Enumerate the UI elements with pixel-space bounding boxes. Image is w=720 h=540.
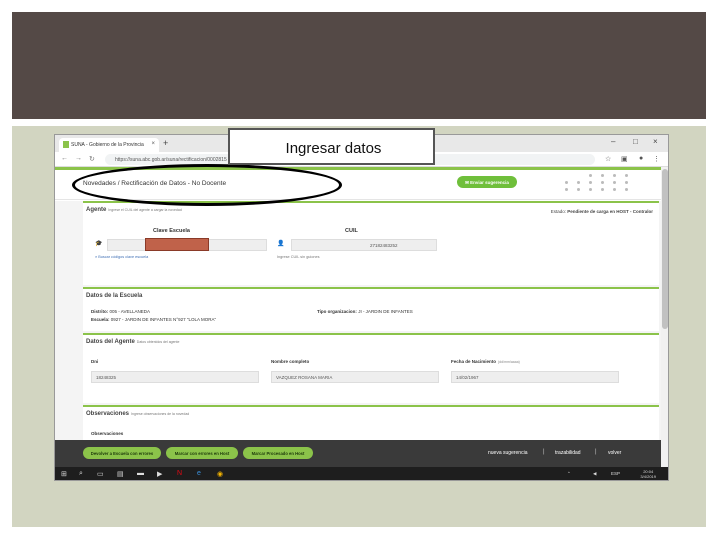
escuela-field: Escuela: 0927 - JARDIN DE INFANTES N°927… [91,317,217,322]
slide-title-band [12,12,706,119]
netflix-icon[interactable]: N [177,470,182,477]
decorative-dot [565,181,568,184]
favicon-icon [63,141,69,148]
send-suggestion-button[interactable]: ✉ Enviar sugerencia [457,176,517,188]
cuil-header: CUIL [345,228,358,234]
decorative-dots [565,174,655,194]
profile-icon[interactable]: ● [639,155,643,162]
decorative-dot [601,181,604,184]
decorative-dot [625,188,628,191]
decorative-dot [577,181,580,184]
scrollbar-thumb[interactable] [662,169,668,329]
devolver-button[interactable]: Devolver a Escuela con errores [83,447,161,459]
datos-agente-card: Datos del Agente Datos obtenidos del agen… [83,333,659,403]
task-view-icon[interactable]: ▭ [97,470,104,478]
agente-subtitle: Ingrese el CUIL del agente a cargar la n… [108,208,182,212]
highlight-oval [72,164,342,206]
tab-close-icon[interactable]: × [151,141,155,147]
forward-icon[interactable]: → [75,155,82,162]
decorative-dot [589,188,592,191]
escuela-title: Datos de la Escuela [86,293,143,299]
nueva-sugerencia-link[interactable]: nueva sugerencia [488,450,527,456]
minimize-button[interactable]: – [611,137,615,146]
observaciones-title: Observaciones Ingrese observaciones de la… [86,411,190,417]
status-text: Estado: Pendiente de carga en HOST - Con… [550,209,653,214]
windows-taskbar: ⊞ ⌕ ▭ ▤ ▬ ▶ N e ◉ ⌃ ◀ ESP 20:04 3/4/2019 [55,467,668,480]
nombre-label: Nombre completo [271,359,310,364]
clave-escuela-header: Clave Escuela [153,228,190,234]
cuil-hint: Ingrese CUIL sin guiones [277,255,320,259]
callout-box: Ingresar datos [228,128,435,165]
redaction-box [145,238,209,251]
datos-agente-subtitle: Datos obtenidos del agente [136,340,180,344]
search-icon[interactable]: ⌕ [79,470,83,478]
observaciones-subtitle: Ingrese observaciones de la novedad [131,412,190,416]
reload-icon[interactable]: ↻ [89,155,95,163]
callout-text: Ingresar datos [285,140,382,157]
fecha-format-hint: (dd/mm/aaaa) [498,360,520,364]
distrito-field: Distrito: 005 - AVELLANEDA [91,309,150,314]
status-value: Pendiente de carga en HOST - Contralor [567,209,653,214]
cuil-input[interactable]: 27182483252 [291,239,437,251]
page-scrollbar[interactable] [661,167,668,467]
extension-icon[interactable]: ▣ [621,155,628,163]
volver-link[interactable]: volver [608,450,621,456]
decorative-dot [625,174,628,177]
separator: | [543,449,545,455]
slide: SUNA - Gobierno de la Provincia × + – □ … [0,0,720,540]
media-icon[interactable]: ▶ [157,470,162,478]
agente-title: Agente Ingrese el CUIL del agente a carga… [86,207,182,213]
fecha-label: Fecha de Nacimiento (dd/mm/aaaa) [451,359,520,364]
buscar-codigos-link[interactable]: ⌕ Buscar códigos clave escuela [95,255,148,259]
trazabilidad-link[interactable]: trazabilidad [555,450,581,456]
separator: | [595,449,597,455]
decorative-dot [613,174,616,177]
new-tab-button[interactable]: + [163,138,168,148]
action-bar: Devolver a Escuela con errores Marcar co… [55,440,661,467]
volume-icon[interactable]: ◀ [593,471,596,477]
decorative-dot [613,188,616,191]
windows-start-icon[interactable]: ⊞ [61,470,67,478]
dni-input[interactable]: 18248325 [91,371,259,383]
page-content: Agente Ingrese el CUIL del agente a carga… [55,201,661,440]
observaciones-label: Observaciones [91,431,124,436]
store-icon[interactable]: ▤ [117,470,124,478]
decorative-dot [589,181,592,184]
browser-tab-title: SUNA - Gobierno de la Provincia [71,142,144,148]
decorative-dot [565,188,568,191]
language-indicator[interactable]: ESP [611,471,620,476]
window-close-button[interactable]: × [653,137,658,146]
escuela-card: Datos de la Escuela Distrito: 005 - AVEL… [83,287,659,331]
decorative-dot [589,174,592,177]
fecha-input[interactable]: 14/02/1967 [451,371,619,383]
dni-label: Dni [91,359,99,364]
maximize-button[interactable]: □ [633,137,638,146]
decorative-dot [613,181,616,184]
browser-tab[interactable]: SUNA - Gobierno de la Provincia × [59,138,159,152]
folder-icon[interactable]: ▬ [137,470,144,477]
tipo-organizacion-field: Tipo organizacion: JI - JARDIN DE INFANT… [317,309,413,314]
decorative-dot [601,188,604,191]
edge-icon[interactable]: e [197,470,201,477]
marcar-errores-button[interactable]: Marcar con errores en Host [166,447,238,459]
menu-icon[interactable]: ⋮ [653,155,660,163]
decorative-dot [601,174,604,177]
back-icon[interactable]: ← [61,155,68,162]
school-icon: 🎓 [95,241,103,247]
clock[interactable]: 20:04 3/4/2019 [640,469,656,479]
network-icon[interactable]: ⌃ [567,471,571,477]
person-icon: 👤 [277,241,285,247]
decorative-dot [577,188,580,191]
observaciones-card: Observaciones Ingrese observaciones de la… [83,405,659,440]
chrome-icon[interactable]: ◉ [217,470,223,478]
agente-card: Agente Ingrese el CUIL del agente a carga… [83,201,659,285]
decorative-dot [625,181,628,184]
nombre-input[interactable]: VAZQUEZ ROSANA MARIA [271,371,439,383]
marcar-procesado-button[interactable]: Marcar Procesado en Host [243,447,313,459]
send-suggestion-label: Enviar sugerencia [470,179,509,185]
datos-agente-title: Datos del Agente Datos obtenidos del agen… [86,339,180,345]
star-icon[interactable]: ☆ [605,155,611,163]
